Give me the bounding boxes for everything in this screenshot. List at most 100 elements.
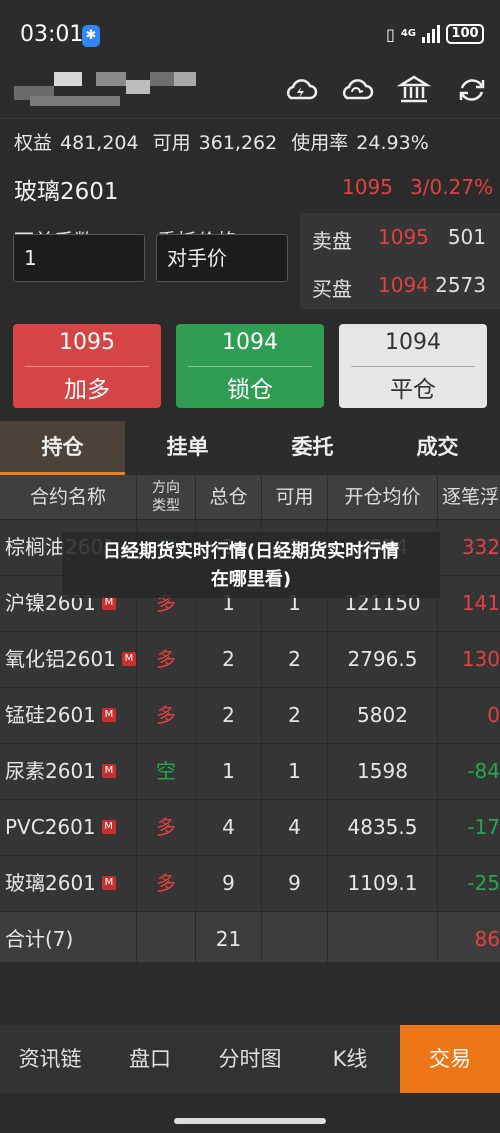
- contract-name: 玻璃2601: [5, 871, 96, 895]
- tab-pending[interactable]: 挂单: [125, 421, 250, 475]
- tab-orders[interactable]: 委托: [250, 421, 375, 475]
- network-label: 4G: [400, 28, 416, 39]
- qty-input[interactable]: 1: [13, 234, 145, 282]
- total-empty: [262, 912, 328, 967]
- nav-kline[interactable]: K线: [300, 1025, 400, 1093]
- cell-avg: 1109.1: [328, 856, 438, 911]
- equity-value: 481,204: [60, 132, 139, 154]
- col-avg-price: 开仓均价: [328, 475, 438, 519]
- cell-avail: 1: [262, 744, 328, 799]
- bid-label: 买盘: [312, 277, 352, 301]
- status-bar: 03:01 ✱ ▯ 4G 100: [0, 0, 500, 66]
- cell-avg: 5802: [328, 688, 438, 743]
- contract-name: 锰硅2601: [5, 703, 96, 727]
- cell-dir: 多: [137, 856, 196, 911]
- col-pnl: 逐笔浮: [438, 475, 500, 519]
- nav-orderbook[interactable]: 盘口: [100, 1025, 200, 1093]
- cloud-refresh-icon[interactable]: [338, 72, 374, 108]
- cell-avail: 4: [262, 800, 328, 855]
- cell-contract: PVC2601 M: [0, 800, 137, 855]
- table-row[interactable]: 尿素2601 M 空 1 1 1598 -84: [0, 743, 500, 799]
- cell-pnl: -84: [467, 759, 500, 783]
- total-count: 21: [196, 912, 262, 967]
- ask-row: 卖盘 1095 501: [300, 225, 500, 265]
- close-price: 1094: [385, 330, 441, 355]
- table-row[interactable]: 锰硅2601 M 多 2 2 5802 0: [0, 687, 500, 743]
- position-tabs: 持仓 挂单 委托 成交: [0, 421, 500, 475]
- cell-contract: 尿素2601 M: [0, 744, 137, 799]
- blurred-account: [150, 72, 174, 86]
- cell-avail: 2: [262, 688, 328, 743]
- col-available: 可用: [262, 475, 328, 519]
- table-header: 合约名称 方向 类型 总仓 可用 开仓均价 逐笔浮: [0, 475, 500, 519]
- cell-pnl: -25: [467, 871, 500, 895]
- lock-position-button[interactable]: 1094 锁仓: [176, 324, 324, 408]
- gesture-area: [0, 1093, 500, 1133]
- vibrate-icon: ▯: [386, 24, 395, 44]
- cell-total: 4: [196, 800, 262, 855]
- cell-avail: 9: [262, 856, 328, 911]
- table-row[interactable]: 玻璃2601 M 多 9 9 1109.1 -25: [0, 855, 500, 911]
- lock-price: 1094: [222, 330, 278, 355]
- close-position-button[interactable]: 1094 平仓: [339, 324, 487, 408]
- overlay-caption: 日经期货实时行情(日经期货实时行情 在哪里看): [62, 532, 440, 598]
- overlay-line-2: 在哪里看): [210, 569, 292, 590]
- table-row[interactable]: PVC2601 M 多 4 4 4835.5 -17: [0, 799, 500, 855]
- col-direction-line2: 类型: [152, 498, 180, 514]
- total-empty: [137, 912, 196, 967]
- cell-pnl: 332: [461, 535, 500, 559]
- total-empty: [328, 912, 438, 967]
- cell-avg: 4835.5: [328, 800, 438, 855]
- signal-icon: [422, 25, 440, 43]
- tab-positions[interactable]: 持仓: [0, 421, 125, 475]
- blurred-account: [174, 72, 196, 86]
- battery-icon: 100: [446, 24, 484, 44]
- status-time: 03:01: [20, 22, 84, 47]
- status-indicators: ▯ 4G 100: [386, 24, 484, 44]
- home-indicator[interactable]: [174, 1118, 326, 1124]
- cell-total: 9: [196, 856, 262, 911]
- bluetooth-icon: ✱: [82, 25, 100, 47]
- cell-contract: 玻璃2601 M: [0, 856, 137, 911]
- cell-pnl: -17: [467, 815, 500, 839]
- divider: [351, 366, 475, 367]
- cell-avail: 2: [262, 632, 328, 687]
- nav-intraday[interactable]: 分时图: [200, 1025, 300, 1093]
- table-row[interactable]: 氧化铝2601 M 多 2 2 2796.5 130: [0, 631, 500, 687]
- app-header: [0, 66, 500, 118]
- buy-price: 1095: [59, 330, 115, 355]
- margin-badge: M: [101, 763, 116, 778]
- tab-trades[interactable]: 成交: [375, 421, 500, 475]
- cloud-sync-icon[interactable]: [282, 72, 318, 108]
- col-name: 合约名称: [0, 475, 137, 519]
- order-book: 卖盘 1095 501 买盘 1094 2573: [300, 213, 500, 309]
- bank-icon[interactable]: [396, 72, 432, 108]
- buy-label: 加多: [64, 377, 110, 403]
- divider: [25, 366, 149, 367]
- instrument-name[interactable]: 玻璃2601: [14, 172, 119, 206]
- bid-price: 1094: [378, 273, 429, 297]
- ask-volume: 501: [447, 225, 486, 249]
- close-label: 平仓: [390, 377, 436, 403]
- bid-volume: 2573: [435, 273, 486, 297]
- cell-pnl: 141: [461, 591, 500, 615]
- margin-badge: M: [121, 651, 136, 666]
- total-row: 合计(7) 21 86: [0, 911, 500, 967]
- nav-trade[interactable]: 交易: [400, 1025, 500, 1093]
- buy-long-button[interactable]: 1095 加多: [13, 324, 161, 408]
- contract-name: 尿素2601: [5, 759, 96, 783]
- cell-pnl: 130: [461, 647, 500, 671]
- nav-news[interactable]: 资讯链: [0, 1025, 100, 1093]
- divider: [188, 366, 312, 367]
- col-direction: 方向 类型: [137, 475, 196, 519]
- blurred-account: [126, 80, 150, 94]
- lock-label: 锁仓: [227, 377, 273, 403]
- price-type-select[interactable]: 对手价: [156, 234, 288, 282]
- ask-label: 卖盘: [312, 229, 352, 253]
- instrument-change: 3/0.27%: [410, 175, 493, 199]
- total-label: 合计(7): [0, 912, 137, 967]
- cell-total: 1: [196, 744, 262, 799]
- refresh-icon[interactable]: [454, 72, 490, 108]
- col-direction-line1: 方向: [152, 480, 180, 496]
- cell-total: 2: [196, 632, 262, 687]
